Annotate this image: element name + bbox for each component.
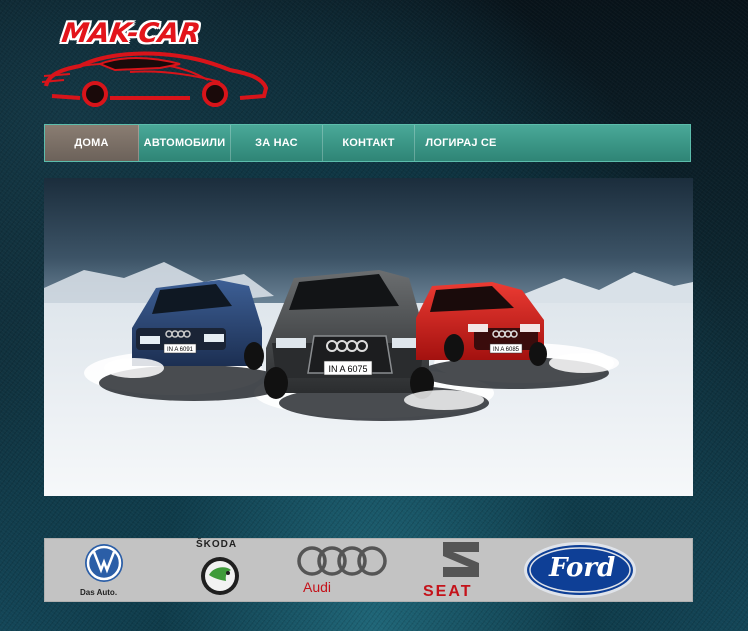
skoda-name: ŠKODA <box>196 539 238 550</box>
plate-right: IN A 6085 <box>493 347 520 353</box>
nav-item-about[interactable]: ЗА НАС <box>231 125 323 161</box>
nav-item-cars[interactable]: АВТОМОБИЛИ <box>139 125 231 161</box>
vw-logo[interactable]: Das Auto. <box>75 539 135 601</box>
audi-logo[interactable]: Audi <box>295 539 389 601</box>
audi-name: Audi <box>303 579 332 595</box>
logo-text: MAK-CAR <box>59 18 203 49</box>
nav-item-contact[interactable]: КОНТАКТ <box>323 125 415 161</box>
main-nav: ДОМА АВТОМОБИЛИ ЗА НАС КОНТАКТ ЛОГИРАЈ С… <box>44 124 691 162</box>
plate-center: IN A 6075 <box>328 364 367 374</box>
audi-rings-icon <box>297 546 387 576</box>
hero-banner: IN A 6091 IN A 6075 IN A 6085 <box>44 178 693 496</box>
ford-name: Ford <box>549 553 616 583</box>
seat-icon <box>443 542 479 577</box>
seat-name: SEAT <box>423 583 473 600</box>
ford-logo[interactable]: Ford <box>521 539 639 601</box>
skoda-icon <box>201 557 239 595</box>
nav-item-login[interactable]: ЛОГИРАЈ СЕ <box>415 125 507 161</box>
vw-tagline: Das Auto. <box>80 588 118 597</box>
site-logo[interactable]: MAK-CAR <box>40 14 272 107</box>
logo-car-icon <box>41 51 269 107</box>
seat-logo[interactable]: SEAT <box>423 539 499 601</box>
plate-left: IN A 6091 <box>167 347 194 353</box>
nav-item-home[interactable]: ДОМА <box>45 125 139 161</box>
hero-cars-image: IN A 6091 IN A 6075 IN A 6085 <box>44 262 693 496</box>
skoda-logo[interactable]: ŠKODA <box>195 539 245 601</box>
brand-logos-strip: Das Auto. ŠKODA Audi SEAT Ford <box>44 538 693 602</box>
